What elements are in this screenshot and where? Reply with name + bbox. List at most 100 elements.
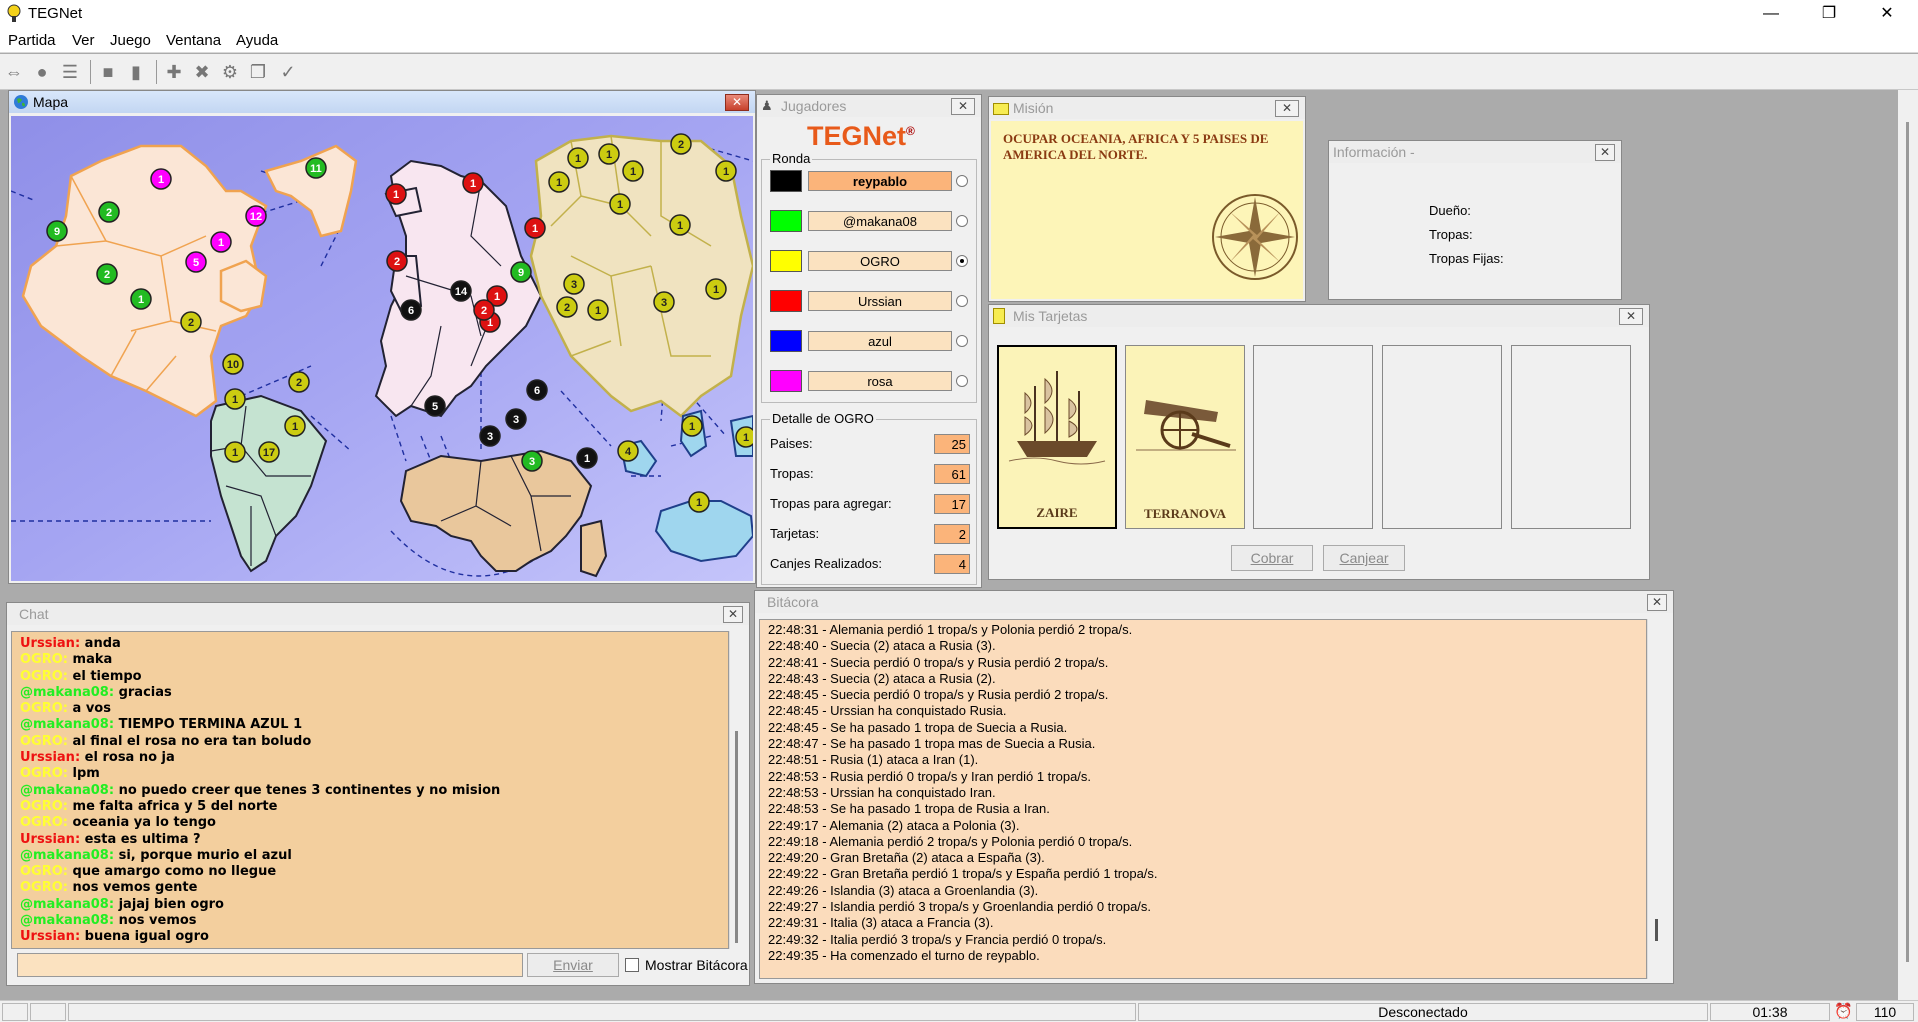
troop-token[interactable]: 2 (288, 371, 310, 393)
troop-token[interactable]: 1 (576, 447, 598, 469)
troop-token[interactable]: 1 (130, 288, 152, 310)
player-row[interactable]: azul (770, 330, 970, 354)
troop-token[interactable]: 1 (587, 299, 609, 321)
canjear-button[interactable]: Canjear (1323, 545, 1405, 571)
list-icon[interactable]: ☰ (58, 60, 82, 84)
troop-token[interactable]: 1 (224, 388, 246, 410)
troop-token[interactable]: 12 (245, 205, 267, 227)
card-slot-5[interactable] (1511, 345, 1631, 529)
chat-user: OGRO (20, 652, 63, 668)
troop-token[interactable]: 1 (688, 491, 710, 513)
troop-token[interactable]: 2 (98, 201, 120, 223)
minimize-button[interactable]: — (1742, 0, 1800, 28)
player-select-radio[interactable] (956, 215, 968, 227)
player-select-radio[interactable] (956, 335, 968, 347)
troop-token[interactable]: 6 (526, 379, 548, 401)
troop-token[interactable]: 9 (46, 220, 68, 242)
player-row[interactable]: rosa (770, 370, 970, 394)
troop-token[interactable]: 3 (505, 408, 527, 430)
troop-token[interactable]: 14 (450, 280, 472, 302)
regroup-icon[interactable]: ⚙ (218, 60, 242, 84)
troop-token[interactable]: 1 (567, 147, 589, 169)
troop-token[interactable]: 1 (705, 278, 727, 300)
troop-token[interactable]: 2 (556, 296, 578, 318)
menu-ver[interactable]: Ver (72, 32, 95, 49)
player-select-radio[interactable] (956, 295, 968, 307)
stop-icon[interactable]: ▮ (124, 60, 148, 84)
player-select-radio[interactable] (956, 375, 968, 387)
player-row[interactable]: reypablo (770, 170, 970, 194)
player-row[interactable]: OGRO (770, 250, 970, 274)
mdi-scrollbar[interactable] (1898, 90, 1918, 1000)
troop-token[interactable]: 1 (150, 168, 172, 190)
troop-token[interactable]: 1 (735, 426, 753, 448)
troop-token[interactable]: 6 (400, 299, 422, 321)
card-slot-4[interactable] (1382, 345, 1502, 529)
troop-token[interactable]: 1 (210, 231, 232, 253)
troop-token[interactable]: 17 (258, 441, 280, 463)
chat-close-button[interactable]: ✕ (723, 606, 743, 623)
attack-icon[interactable]: ✖ (190, 60, 214, 84)
player-select-radio[interactable] (956, 255, 968, 267)
troop-token[interactable]: 1 (681, 415, 703, 437)
cards-icon[interactable]: ❐ (246, 60, 270, 84)
troop-token[interactable]: 3 (521, 450, 543, 472)
disconnect-icon[interactable]: ● (30, 60, 54, 84)
show-log-checkbox[interactable] (625, 958, 639, 972)
start-icon[interactable]: ■ (96, 60, 120, 84)
players-close-button[interactable]: ✕ (951, 98, 975, 115)
player-row[interactable]: @makana08 (770, 210, 970, 234)
menu-ventana[interactable]: Ventana (166, 32, 221, 49)
troop-token[interactable]: 1 (598, 143, 620, 165)
troop-token[interactable]: 2 (386, 250, 408, 272)
menu-partida[interactable]: Partida (8, 32, 56, 49)
troop-token[interactable]: 3 (563, 273, 585, 295)
troop-token[interactable]: 2 (96, 263, 118, 285)
troop-token[interactable]: 1 (548, 171, 570, 193)
restore-button[interactable]: ❐ (1800, 0, 1858, 28)
menu-juego[interactable]: Juego (110, 32, 151, 49)
log-scrollbar[interactable] (1647, 619, 1667, 979)
info-close-button[interactable]: ✕ (1595, 144, 1615, 161)
close-window-button[interactable]: ✕ (1858, 0, 1916, 28)
troop-token[interactable]: 3 (653, 291, 675, 313)
troop-token[interactable]: 5 (424, 395, 446, 417)
troop-token[interactable]: 3 (479, 425, 501, 447)
menu-ayuda[interactable]: Ayuda (236, 32, 278, 49)
log-close-button[interactable]: ✕ (1647, 594, 1667, 611)
cobrar-button[interactable]: Cobrar (1231, 545, 1313, 571)
troop-token[interactable]: 9 (510, 261, 532, 283)
troop-token[interactable]: 4 (617, 440, 639, 462)
end-turn-icon[interactable]: ✓ (276, 60, 300, 84)
chat-message: Urssian: buena igual ogro (20, 929, 209, 945)
troop-token[interactable]: 1 (284, 415, 306, 437)
player-row[interactable]: Urssian (770, 290, 970, 314)
troop-token[interactable]: 2 (180, 311, 202, 333)
card-slot-3[interactable] (1253, 345, 1373, 529)
mission-close-button[interactable]: ✕ (1275, 100, 1299, 117)
player-select-radio[interactable] (956, 175, 968, 187)
troop-token[interactable]: 10 (222, 353, 244, 375)
troop-token[interactable]: 1 (385, 183, 407, 205)
troop-token[interactable]: 2 (670, 133, 692, 155)
troop-token[interactable]: 2 (473, 299, 495, 321)
chat-scrollbar[interactable] (729, 631, 747, 949)
troop-token[interactable]: 1 (715, 160, 737, 182)
send-button[interactable]: Enviar (527, 953, 619, 977)
card-slot-2[interactable]: TERRANOVA (1125, 345, 1245, 529)
connect-icon[interactable]: ⇔ (2, 60, 26, 84)
troop-token[interactable]: 1 (669, 214, 691, 236)
map-close-button[interactable]: ✕ (725, 94, 749, 111)
add-troops-icon[interactable]: ✚ (162, 60, 186, 84)
troop-token[interactable]: 1 (224, 441, 246, 463)
world-map[interactable]: 111122915212102111 171121119146 21 1211 1113… (11, 116, 753, 581)
cards-close-button[interactable]: ✕ (1619, 308, 1643, 325)
troop-token[interactable]: 1 (622, 160, 644, 182)
troop-token[interactable]: 1 (524, 217, 546, 239)
troop-token[interactable]: 1 (462, 172, 484, 194)
troop-token[interactable]: 1 (609, 193, 631, 215)
chat-input[interactable] (17, 953, 523, 977)
card-slot-1[interactable]: ZAIRE (997, 345, 1117, 529)
troop-token[interactable]: 11 (305, 157, 327, 179)
troop-token[interactable]: 5 (185, 251, 207, 273)
